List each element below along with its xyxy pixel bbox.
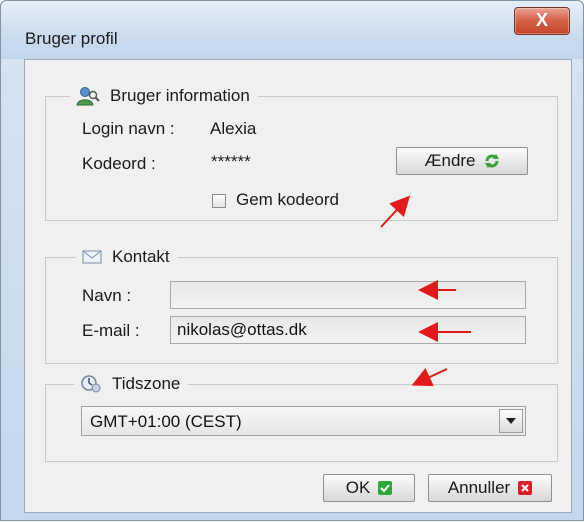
cancel-button-label: Annuller [447, 478, 511, 497]
user-info-legend: Bruger information [70, 85, 258, 107]
ok-button[interactable]: OK [323, 474, 415, 502]
clock-icon [80, 374, 102, 394]
refresh-icon [484, 153, 500, 169]
mail-icon [82, 250, 102, 264]
check-icon [378, 481, 393, 495]
user-icon [76, 86, 100, 106]
close-icon: X [535, 10, 548, 30]
name-input[interactable] [170, 281, 526, 309]
ok-button-label: OK [345, 478, 371, 497]
login-value: Alexia [210, 119, 257, 138]
timezone-legend: Tidszone [74, 373, 189, 395]
login-label: Login navn : [82, 119, 175, 138]
email-input[interactable] [170, 316, 526, 344]
timezone-select[interactable]: GMT+01:00 (CEST) [81, 406, 526, 436]
close-icon [518, 481, 533, 495]
save-password-checkbox[interactable] [212, 194, 226, 208]
save-password-label: Gem kodeord [236, 190, 339, 209]
timezone-group: Tidszone GMT+01:00 (CEST) [45, 373, 558, 462]
close-button[interactable]: X [514, 7, 570, 35]
name-label: Navn : [82, 286, 132, 305]
timezone-title: Tidszone [112, 374, 181, 393]
dialog-window: Bruger profil X Bruger information Login… [0, 0, 584, 521]
change-button-label: Ændre [424, 151, 476, 170]
password-label: Kodeord : [82, 154, 156, 173]
contact-title: Kontakt [112, 247, 170, 266]
cancel-button[interactable]: Annuller [428, 474, 552, 502]
contact-group: Kontakt Navn : E-mail : [45, 246, 558, 364]
chevron-down-icon[interactable] [499, 409, 523, 433]
window-title: Bruger profil [25, 29, 118, 48]
user-info-group: Bruger information Login navn : Alexia K… [45, 85, 558, 221]
change-password-button[interactable]: Ændre [396, 147, 528, 175]
password-value: ****** [211, 152, 251, 171]
dialog-body: Bruger information Login navn : Alexia K… [24, 59, 572, 513]
email-label: E-mail : [82, 321, 140, 340]
contact-legend: Kontakt [76, 246, 178, 268]
timezone-selected-value: GMT+01:00 (CEST) [90, 412, 242, 431]
user-info-title: Bruger information [110, 86, 250, 105]
title-bar[interactable]: Bruger profil X [1, 1, 583, 59]
